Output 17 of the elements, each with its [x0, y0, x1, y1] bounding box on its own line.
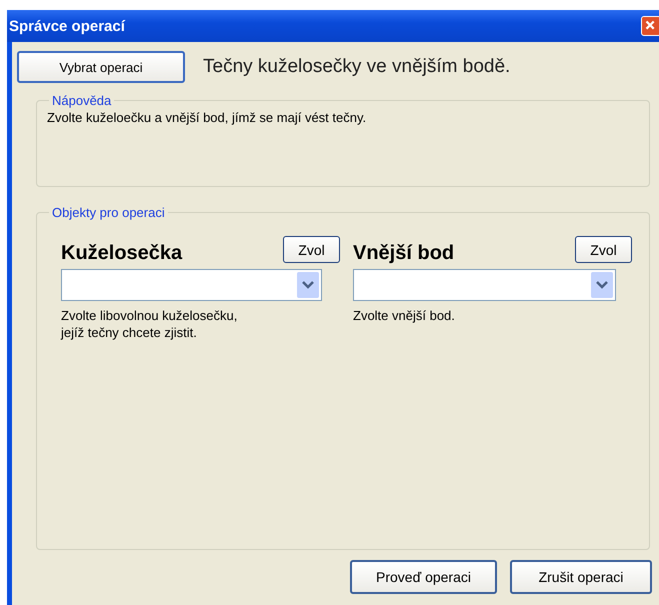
help-text: Zvolte kuželoečku a vnější bod, jímž se mají vést tečny.: [47, 110, 368, 125]
pick-button[interactable]: Zvol: [575, 236, 632, 263]
dialog-button[interactable]: Proveď operaci: [350, 560, 497, 594]
select-operation-button[interactable]: Vybrat operaci: [17, 51, 185, 83]
field-label: Kuželosečka: [61, 242, 182, 265]
dialog-button[interactable]: Zrušit operaci: [510, 560, 652, 594]
pick-button[interactable]: Zvol: [283, 236, 340, 263]
operation-title: Tečny kuželosečky ve vnějším bodě.: [203, 56, 510, 78]
dropdown-field[interactable]: [353, 269, 616, 301]
group-legend: Objekty pro operaci: [49, 205, 168, 220]
dropdown-field[interactable]: [61, 269, 322, 301]
field-label: Vnější bod: [353, 242, 454, 265]
close-icon[interactable]: [641, 16, 659, 36]
group-legend: Nápověda: [49, 93, 114, 108]
window-title: Správce operací: [9, 18, 125, 34]
hint-text: Zvolte vnější bod.: [353, 307, 456, 324]
hint-text: Zvolte libovolnou kuželosečku, jejíž tečny chcete zjistit.: [61, 307, 238, 341]
